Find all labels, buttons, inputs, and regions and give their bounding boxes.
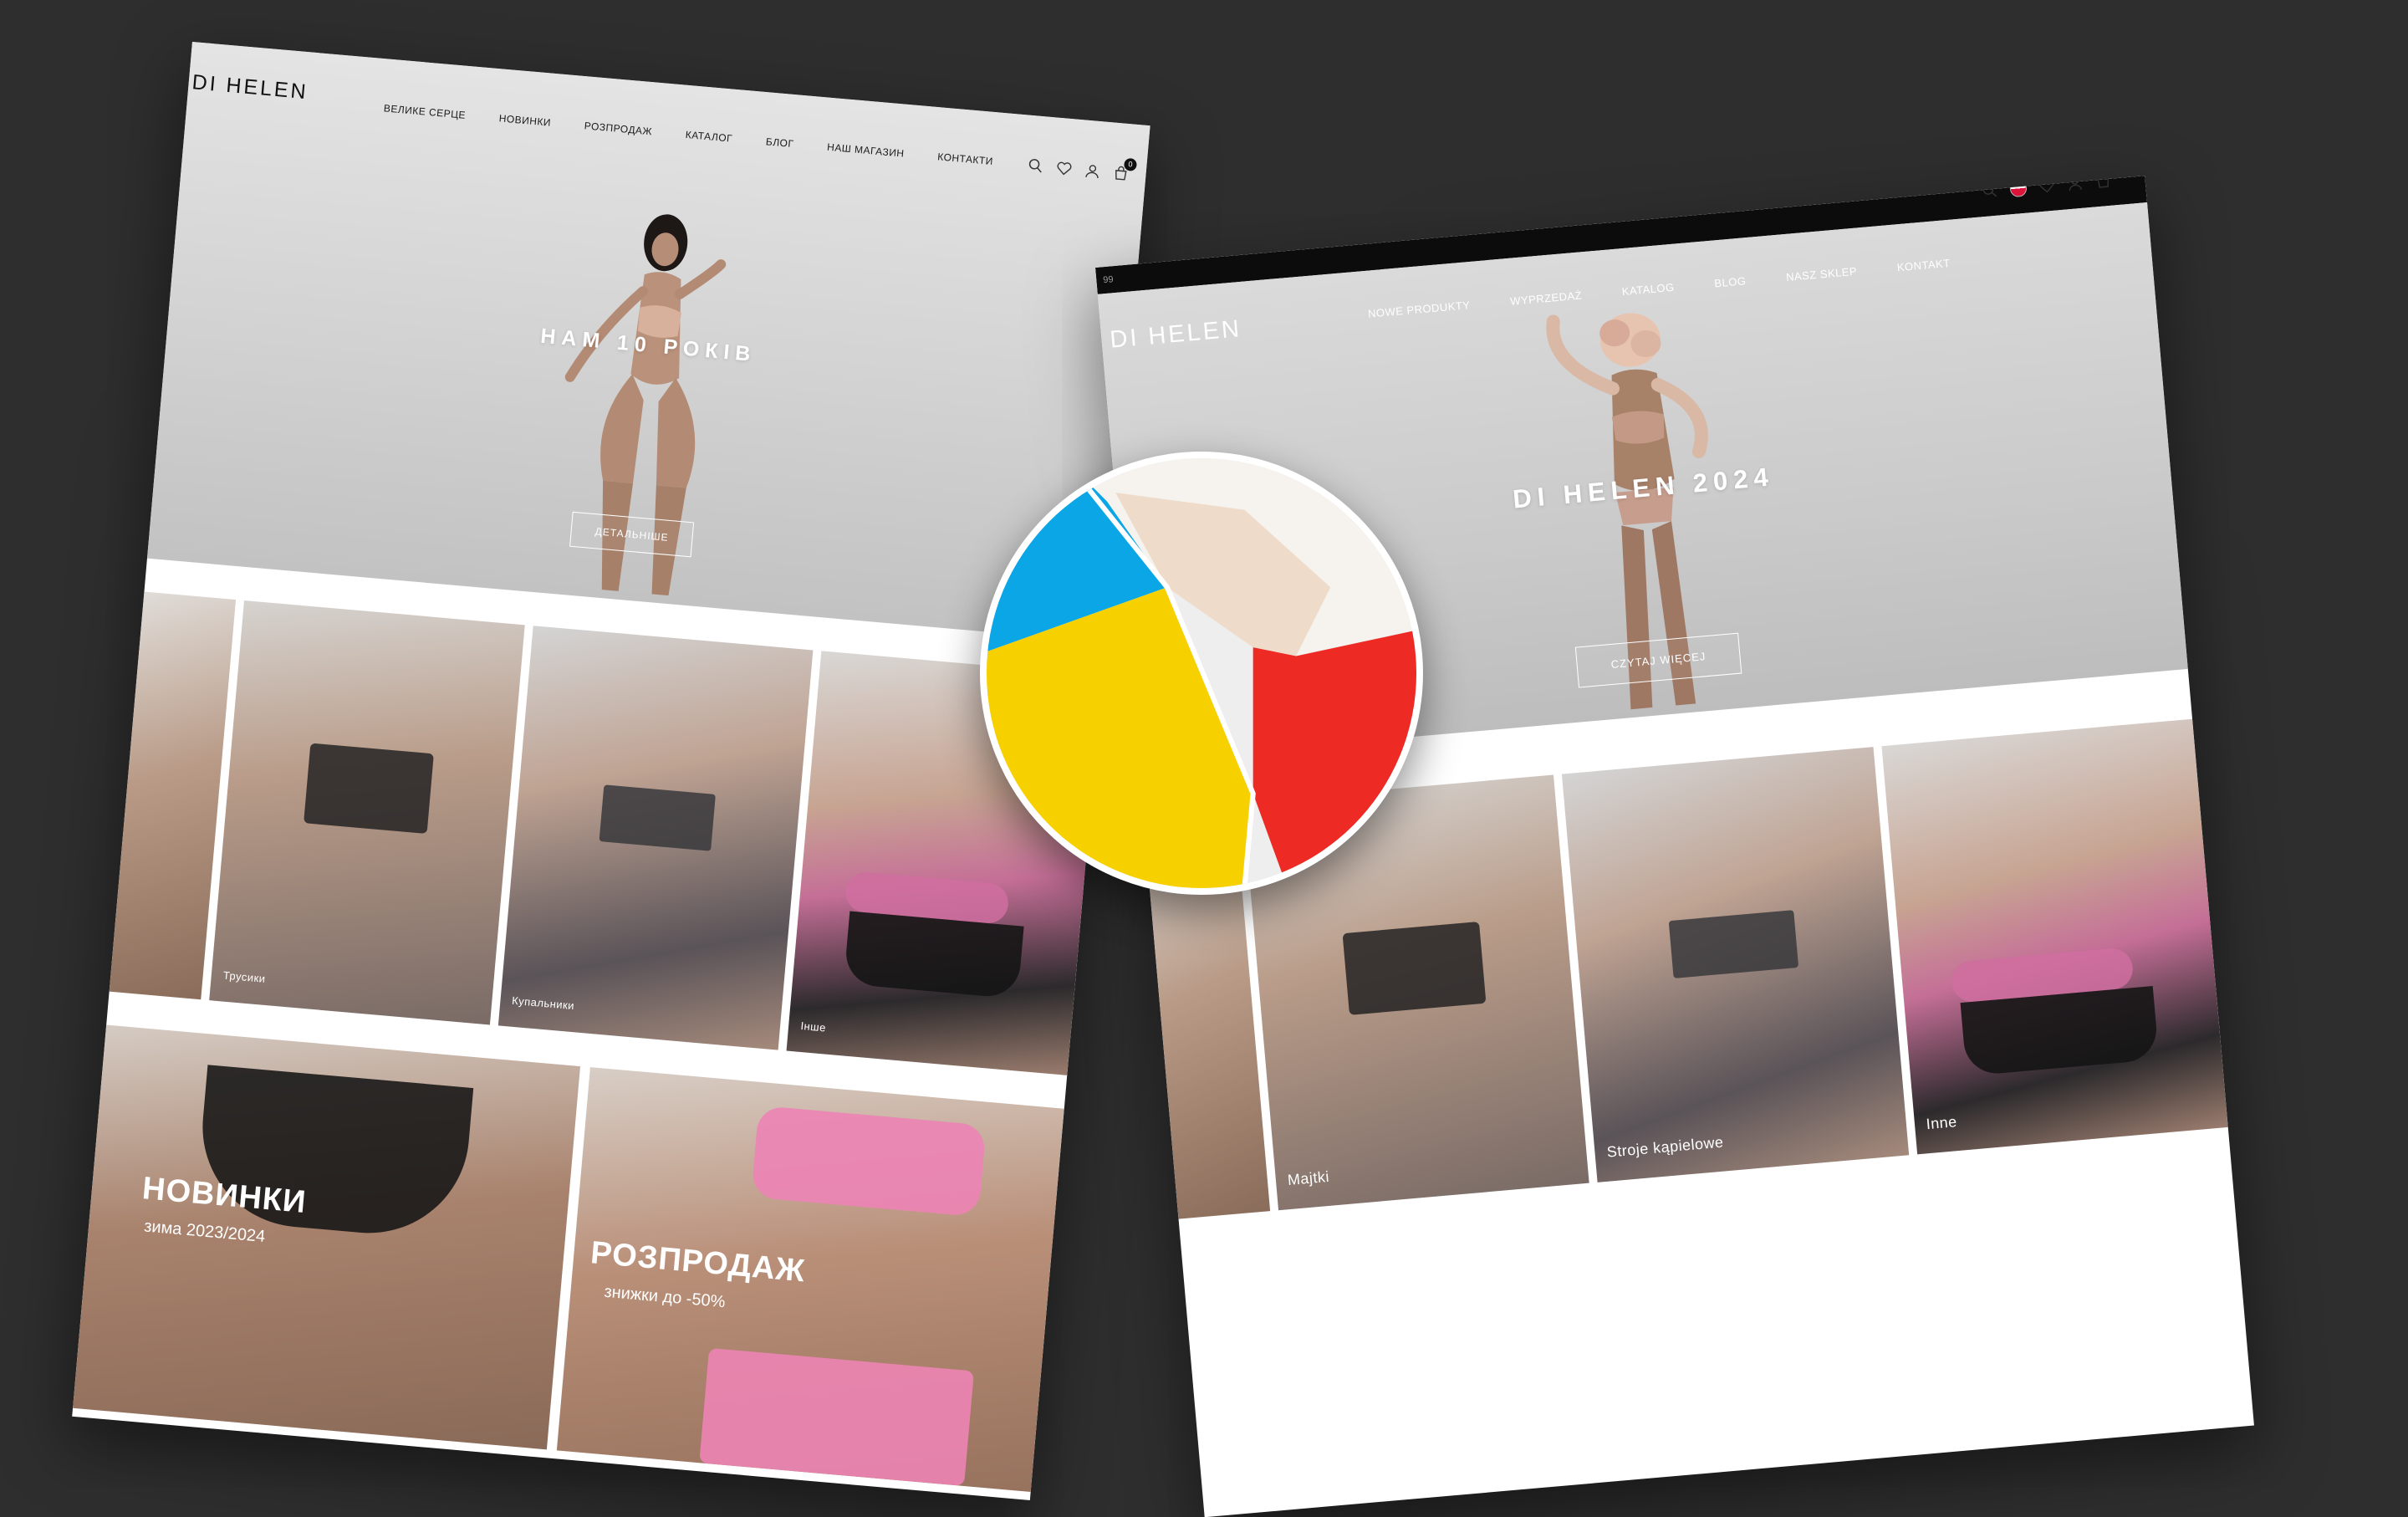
promo-new-arrivals[interactable]: НОВИНКИ зима 2023/2024 [73, 1024, 580, 1450]
menu-item-catalog[interactable]: KATALOG [1621, 281, 1675, 298]
brand-logo[interactable]: DI HELEN [191, 70, 309, 105]
category-image-accent [1342, 921, 1487, 1015]
menu-item-new[interactable]: НОВИНКИ [498, 112, 551, 128]
category-card-panties[interactable]: Трусики [209, 600, 525, 1025]
category-card-swimwear[interactable]: Купальники [497, 626, 814, 1050]
cart-button[interactable]: 0 [1112, 157, 1138, 183]
menu-item-sale[interactable]: РОЗПРОДАЖ [584, 120, 652, 137]
menu-item-blog[interactable]: BLOG [1714, 274, 1747, 289]
category-image-accent [1669, 910, 1798, 978]
promo-image-accent [698, 1347, 975, 1487]
category-label: Majtki [1287, 1167, 1330, 1189]
menu-item-catalog[interactable]: КАТАЛОГ [685, 129, 732, 145]
ukrainian-site-mockup: DI HELEN ВЕЛИКЕ СЕРЦЕ НОВИНКИ РОЗПРОДАЖ … [72, 42, 1150, 1500]
search-icon[interactable] [1027, 157, 1045, 176]
promo-subtitle: зима 2023/2024 [143, 1217, 267, 1246]
category-card-swimwear[interactable]: Stroje kąpielowe [1562, 747, 1909, 1182]
menu-item-blog[interactable]: БЛОГ [765, 135, 794, 150]
poland-flag-icon[interactable] [2009, 179, 2028, 198]
user-icon[interactable] [2066, 176, 2084, 192]
header: DI HELEN ВЕЛИКЕ СЕРЦЕ НОВИНКИ РОЗПРОДАЖ … [184, 42, 1150, 217]
user-icon[interactable] [1084, 162, 1102, 181]
flags-badge [980, 452, 1423, 895]
menu-item-our-store[interactable]: NASZ SKLEP [1786, 265, 1858, 283]
promo-sale[interactable]: РОЗПРОДАЖ знижки до -50% [556, 1067, 1064, 1492]
promo-title: РОЗПРОДАЖ [589, 1235, 807, 1290]
category-card-other[interactable]: Inne [1881, 718, 2228, 1155]
category-grid: Трусики Купальники Інше [109, 591, 1103, 1075]
category-label: Stroje kąpielowe [1605, 1133, 1725, 1161]
brand-logo[interactable]: DI HELEN [1109, 315, 1242, 355]
category-label: Купальники [511, 993, 575, 1013]
category-image-accent [599, 784, 717, 851]
cart-button[interactable]: 0 [2094, 176, 2119, 190]
cart-count-badge: 0 [1123, 157, 1138, 171]
category-label: Inne [1925, 1113, 1958, 1133]
category-image-accent [304, 743, 435, 835]
heart-icon[interactable] [1055, 160, 1074, 178]
menu-item-our-store[interactable]: НАШ МАГАЗИН [827, 141, 905, 160]
category-label: Трусики [222, 968, 267, 985]
header-icons: 0 [1027, 157, 1138, 183]
cart-icon [2097, 176, 2109, 188]
main-menu: ВЕЛИКЕ СЕРЦЕ НОВИНКИ РОЗПРОДАЖ КАТАЛОГ Б… [383, 102, 993, 167]
promo-image-accent [750, 1105, 987, 1218]
category-image-accent [843, 911, 1024, 999]
promo-subtitle: знижки до -50% [603, 1282, 727, 1312]
cart-count-badge: 0 [2104, 176, 2119, 178]
menu-item-sale[interactable]: WYPRZEDAŻ [1510, 289, 1583, 307]
hero-banner: DI HELEN ВЕЛИКЕ СЕРЦЕ НОВИНКИ РОЗПРОДАЖ … [146, 42, 1150, 642]
heart-icon[interactable] [2038, 177, 2056, 196]
menu-item-new-products[interactable]: NOWE PRODUKTY [1367, 299, 1471, 320]
menu-item-big-heart[interactable]: ВЕЛИКЕ СЕРЦЕ [383, 102, 466, 121]
promo-banners: НОВИНКИ зима 2023/2024 РОЗПРОДАЖ знижки … [73, 1024, 1064, 1492]
menu-item-contact[interactable]: KONTAKT [1896, 257, 1951, 274]
search-icon[interactable] [1981, 182, 1999, 201]
category-label: Інше [799, 1019, 827, 1034]
menu-item-contacts[interactable]: КОНТАКТИ [937, 151, 994, 167]
